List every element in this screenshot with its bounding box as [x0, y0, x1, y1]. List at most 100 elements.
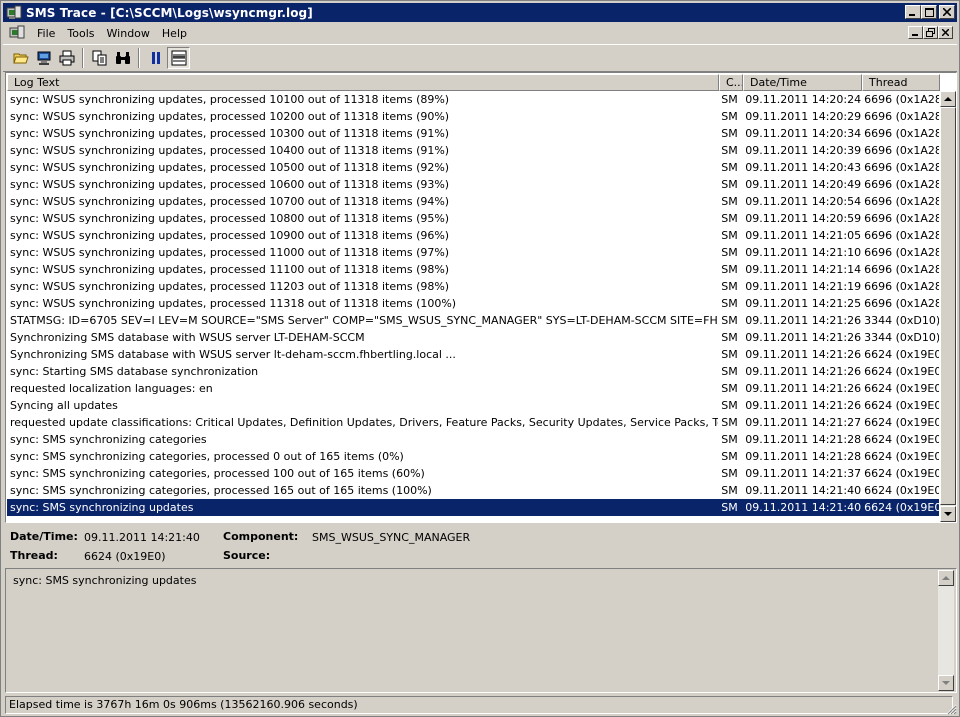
row-component: SM: [721, 263, 738, 276]
list-row[interactable]: STATMSG: ID=6705 SEV=I LEV=M SOURCE="SMS…: [7, 312, 939, 329]
resize-grip-icon[interactable]: [945, 703, 957, 715]
list-row[interactable]: sync: WSUS synchronizing updates, proces…: [7, 261, 939, 278]
list-row[interactable]: requested localization languages: en SM 09…: [7, 380, 939, 397]
column-thread[interactable]: Thread: [862, 74, 940, 91]
list-row[interactable]: sync: SMS synchronizing categories SM 09.1…: [7, 431, 939, 448]
row-log-text: sync: WSUS synchronizing updates, proces…: [10, 110, 450, 123]
open-remote-button[interactable]: [32, 47, 55, 69]
message-text-box[interactable]: sync: SMS synchronizing updates: [5, 568, 957, 693]
menu-help[interactable]: Help: [156, 27, 193, 40]
highlight-button[interactable]: [167, 47, 190, 69]
list-row[interactable]: sync: WSUS synchronizing updates, proces…: [7, 159, 939, 176]
list-row[interactable]: sync: WSUS synchronizing updates, proces…: [7, 244, 939, 261]
column-component[interactable]: C...: [719, 74, 743, 91]
print-button[interactable]: [55, 47, 78, 69]
print-icon: [59, 50, 74, 66]
log-list[interactable]: Log Text C... Date/Time Thread sync: WSU…: [5, 72, 957, 523]
arrow-up-icon: [944, 97, 952, 101]
pause-icon: [151, 52, 160, 64]
menu-tools[interactable]: Tools: [61, 27, 100, 40]
row-thread: 6696 (0x1A28): [864, 195, 939, 208]
row-log-text: sync: WSUS synchronizing updates, proces…: [10, 263, 450, 276]
list-row[interactable]: Syncing all updates SM 09.11.2011 14:21:26…: [7, 397, 939, 414]
close-icon: [943, 8, 951, 16]
close-icon: [942, 29, 949, 36]
document-icon[interactable]: [9, 25, 25, 41]
row-thread: 6624 (0x19E0): [864, 365, 939, 378]
scroll-up-button[interactable]: [940, 91, 956, 107]
copy-button[interactable]: [88, 47, 111, 69]
list-vertical-scrollbar[interactable]: [940, 91, 956, 522]
menu-file[interactable]: File: [31, 27, 61, 40]
scroll-down-button[interactable]: [940, 506, 956, 522]
message-scroll-up-button[interactable]: [938, 570, 954, 586]
row-datetime: 09.11.2011 14:21:37: [745, 467, 862, 480]
row-datetime: 09.11.2011 14:21:19: [745, 280, 862, 293]
row-datetime: 09.11.2011 14:21:26: [745, 314, 862, 327]
row-component: SM: [721, 416, 738, 429]
mdi-minimize-button[interactable]: [908, 26, 923, 39]
list-row[interactable]: sync: SMS synchronizing updates SM 09.11.2…: [7, 499, 939, 516]
list-row[interactable]: sync: WSUS synchronizing updates, proces…: [7, 278, 939, 295]
list-row[interactable]: sync: WSUS synchronizing updates, proces…: [7, 193, 939, 210]
mdi-close-button[interactable]: [938, 26, 953, 39]
row-thread: 6624 (0x19E0): [864, 484, 939, 497]
datetime-value: 09.11.2011 14:21:40: [84, 531, 200, 544]
row-component: SM: [721, 348, 738, 361]
column-datetime[interactable]: Date/Time: [743, 74, 862, 91]
list-row[interactable]: requested update classifications: Critic…: [7, 414, 939, 431]
datetime-label: Date/Time:: [10, 530, 78, 543]
list-row[interactable]: sync: SMS synchronizing categories, proc…: [7, 448, 939, 465]
list-row[interactable]: sync: WSUS synchronizing updates, proces…: [7, 125, 939, 142]
close-button[interactable]: [939, 5, 955, 19]
list-row[interactable]: sync: SMS synchronizing categories, proc…: [7, 465, 939, 482]
row-thread: 6696 (0x1A28): [864, 246, 939, 259]
maximize-button[interactable]: [921, 5, 937, 19]
list-row[interactable]: sync: WSUS synchronizing updates, proces…: [7, 91, 939, 108]
row-component: SM: [721, 399, 738, 412]
component-value: SMS_WSUS_SYNC_MANAGER: [312, 531, 471, 544]
row-log-text: sync: WSUS synchronizing updates, proces…: [10, 127, 450, 140]
row-datetime: 09.11.2011 14:21:05: [745, 229, 862, 242]
row-component: SM: [721, 331, 738, 344]
open-button[interactable]: [9, 47, 32, 69]
minimize-icon: [912, 34, 918, 36]
row-datetime: 09.11.2011 14:21:25: [745, 297, 862, 310]
menu-bar: File Tools Window Help: [3, 23, 957, 43]
row-component: SM: [721, 110, 738, 123]
list-row[interactable]: sync: SMS synchronizing categories, proc…: [7, 482, 939, 499]
list-row[interactable]: sync: Starting SMS database synchronizat…: [7, 363, 939, 380]
message-scroll-down-button[interactable]: [938, 675, 954, 691]
component-label: Component:: [223, 530, 299, 543]
find-button[interactable]: [111, 47, 134, 69]
row-log-text: Synchronizing SMS database with WSUS ser…: [10, 348, 456, 361]
pause-button[interactable]: [144, 47, 167, 69]
scroll-thumb[interactable]: [940, 107, 956, 505]
list-row[interactable]: Synchronizing SMS database with WSUS ser…: [7, 329, 939, 346]
restore-icon: [926, 28, 935, 37]
list-row[interactable]: sync: WSUS synchronizing updates, proces…: [7, 227, 939, 244]
list-row[interactable]: sync: WSUS synchronizing updates, proces…: [7, 142, 939, 159]
list-row[interactable]: sync: WSUS synchronizing updates, proces…: [7, 295, 939, 312]
row-log-text: sync: WSUS synchronizing updates, proces…: [10, 297, 457, 310]
arrow-down-icon: [944, 512, 952, 516]
column-log-text[interactable]: Log Text: [7, 74, 719, 91]
minimize-button[interactable]: [905, 5, 921, 19]
row-component: SM: [721, 127, 738, 140]
row-thread: 6696 (0x1A28): [864, 93, 939, 106]
message-vertical-scrollbar[interactable]: [938, 570, 954, 691]
list-row[interactable]: sync: WSUS synchronizing updates, proces…: [7, 176, 939, 193]
row-component: SM: [721, 467, 738, 480]
menu-window[interactable]: Window: [101, 27, 156, 40]
row-component: SM: [721, 195, 738, 208]
maximize-icon: [924, 7, 934, 17]
thread-label: Thread:: [10, 549, 58, 562]
list-row[interactable]: sync: WSUS synchronizing updates, proces…: [7, 108, 939, 125]
mdi-restore-button[interactable]: [923, 26, 938, 39]
list-row[interactable]: Synchronizing SMS database with WSUS ser…: [7, 346, 939, 363]
row-datetime: 09.11.2011 14:21:26: [745, 399, 862, 412]
toolbar-separator: [82, 48, 84, 68]
list-row[interactable]: sync: WSUS synchronizing updates, proces…: [7, 210, 939, 227]
title-bar[interactable]: SMS Trace - [C:\SCCM\Logs\wsyncmgr.log]: [3, 3, 957, 22]
sms-trace-app-icon[interactable]: [6, 5, 22, 21]
